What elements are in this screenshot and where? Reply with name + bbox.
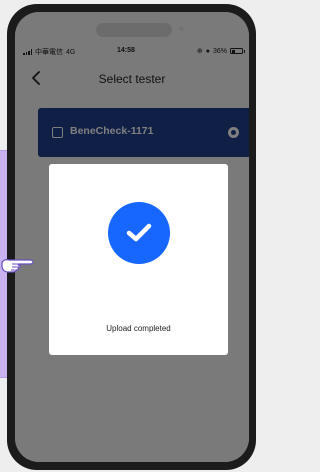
phone-frame: 中華電信 4G 14:58 ⊕ ● 36% Select tester [7,4,256,470]
pointing-hand-icon [1,259,34,273]
phone-screen: 中華電信 4G 14:58 ⊕ ● 36% Select tester [15,12,249,462]
dialog-message: Upload completed [106,324,171,333]
check-circle-icon [107,202,170,264]
upload-dialog: Upload completed [49,164,228,355]
checkmark-icon [126,223,151,242]
